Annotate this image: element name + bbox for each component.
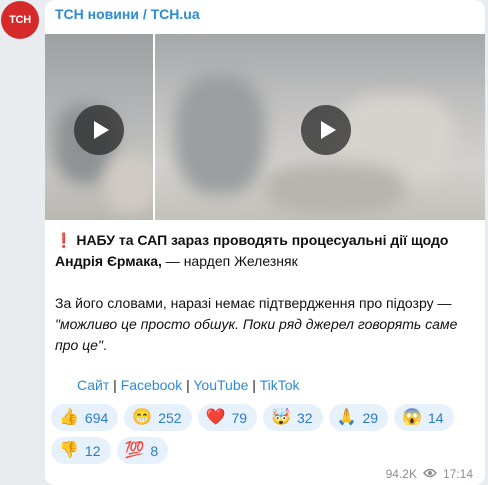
reaction-thumbs-up[interactable]: 👍 694: [51, 404, 119, 431]
link-youtube[interactable]: YouTube: [193, 377, 248, 393]
reaction-count: 12: [84, 442, 101, 459]
thumbs-up-icon: 👍: [59, 408, 79, 426]
mind-blown-icon: 🤯: [271, 408, 291, 426]
reaction-count: 252: [158, 409, 182, 426]
headline-rest: — нардеп Железняк: [161, 253, 298, 269]
message-text: ❗ НАБУ та САП зараз проводять процесуаль…: [55, 230, 475, 377]
message-meta: 94.2K 17:14: [386, 467, 473, 481]
pray-icon: 🙏: [336, 408, 357, 426]
link-separator: |: [248, 377, 260, 393]
link-site[interactable]: Сайт: [77, 377, 109, 393]
video-thumbnail-1[interactable]: [45, 34, 153, 220]
channel-avatar[interactable]: ТСН: [1, 1, 39, 39]
quote-end: .: [102, 337, 107, 353]
reaction-count: 79: [231, 409, 248, 426]
eye-icon: [423, 467, 437, 481]
scream-icon: 😱: [402, 408, 422, 426]
heart-icon: ❤️: [205, 408, 226, 426]
link-separator: |: [182, 377, 194, 393]
quote-text: "можливо це просто обшук. Поки ряд джере…: [55, 316, 458, 353]
reaction-scream[interactable]: 😱 14: [394, 404, 454, 431]
channel-name[interactable]: ТСН новини / TCH.ua: [55, 6, 200, 22]
video-thumbnail-2[interactable]: [155, 34, 485, 220]
reaction-count: 14: [427, 409, 444, 426]
reaction-count: 694: [84, 409, 109, 426]
social-links: Сайт | Facebook | YouTube | TikTok: [77, 377, 300, 393]
link-tiktok[interactable]: TikTok: [260, 377, 300, 393]
message-bubble: ТСН новини / TCH.ua ❗ НАБУ та САП зараз …: [45, 0, 485, 485]
reaction-count: 8: [150, 442, 159, 459]
message-time: 17:14: [442, 467, 473, 481]
grin-icon: 😁: [132, 408, 153, 426]
thumbs-down-icon: 👎: [59, 441, 79, 459]
link-facebook[interactable]: Facebook: [121, 377, 182, 393]
link-separator: |: [109, 377, 121, 393]
reactions-bar: 👍 694 😁 252 ❤️ 79 🤯 32 🙏 29 😱 14 👎 12 💯 8: [51, 404, 471, 464]
quote-intro: За його словами, наразі немає підтвердже…: [55, 295, 452, 311]
reaction-grin[interactable]: 😁 252: [124, 404, 192, 431]
play-icon[interactable]: [74, 105, 124, 155]
reaction-heart[interactable]: ❤️ 79: [197, 404, 258, 431]
reaction-pray[interactable]: 🙏 29: [328, 404, 389, 431]
play-icon[interactable]: [301, 105, 351, 155]
reaction-mind-blown[interactable]: 🤯 32: [263, 404, 323, 431]
exclamation-icon: ❗: [55, 232, 73, 248]
media-album: [45, 34, 485, 220]
reaction-hundred[interactable]: 💯 8: [116, 437, 169, 464]
hundred-icon: 💯: [124, 441, 145, 459]
reaction-count: 29: [362, 409, 379, 426]
reaction-count: 32: [296, 409, 313, 426]
reaction-thumbs-down[interactable]: 👎 12: [51, 437, 111, 464]
view-count: 94.2K: [385, 467, 417, 481]
